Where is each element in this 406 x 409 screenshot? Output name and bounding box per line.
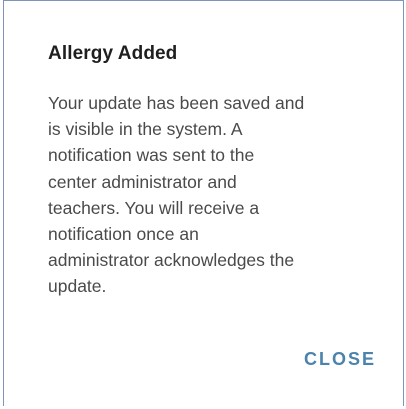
dialog: Allergy Added Your update has been saved… — [3, 0, 404, 406]
dialog-title: Allergy Added — [48, 43, 178, 64]
dialog-message-line: Your update has been saved and — [48, 93, 305, 113]
dialog-message-line: notification once an — [48, 224, 199, 245]
dialog-message-line: is visible in the system. A — [48, 119, 243, 140]
dialog-message-line: administrator acknowledges the — [48, 250, 295, 271]
dialog-message-line: center administrator and — [48, 171, 237, 192]
dialog-message-line: update. — [48, 276, 107, 297]
dialog-message: Your update has been saved and is visibl… — [48, 90, 378, 300]
close-button[interactable]: CLOSE — [304, 349, 376, 370]
dialog-message-line: teachers. You will receive a — [48, 197, 260, 218]
dialog-message-line: notification was sent to the — [48, 145, 255, 166]
